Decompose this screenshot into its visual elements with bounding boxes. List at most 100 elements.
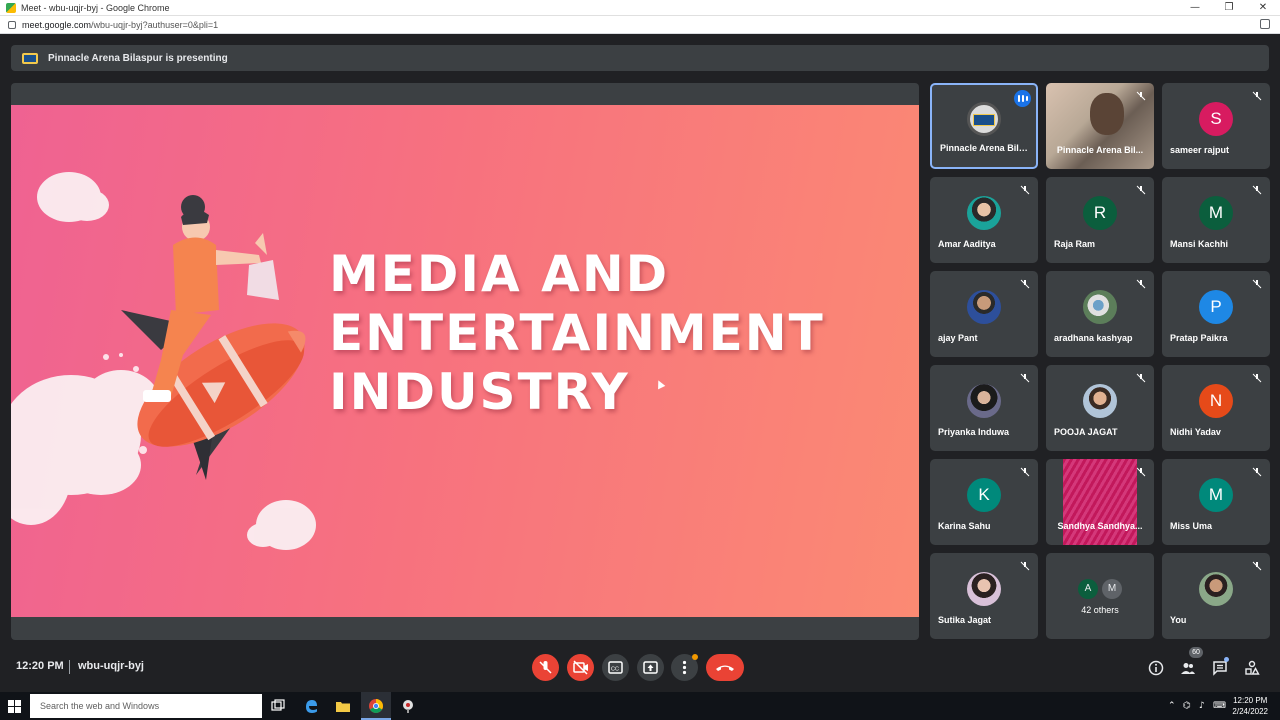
initial-avatar: K [967, 478, 1001, 513]
mic-off-icon [1252, 561, 1262, 571]
leave-call-button[interactable] [706, 654, 744, 681]
chat-notification-dot [1224, 657, 1229, 662]
info-icon[interactable] [1148, 660, 1164, 676]
mic-off-icon [1020, 561, 1030, 571]
participant-name: Sandhya Sandhya... [1057, 521, 1143, 531]
file-explorer-icon[interactable] [335, 698, 351, 714]
participant-tile[interactable]: S sameer rajput [1162, 83, 1270, 169]
captions-button[interactable]: CC [602, 654, 629, 681]
mic-off-icon [1252, 279, 1262, 289]
captions-icon: CC [608, 661, 623, 674]
app-icon[interactable] [400, 698, 416, 714]
tray-chevron-icon[interactable]: ⌃ [1168, 701, 1176, 711]
participant-tile[interactable]: R Raja Ram [1046, 177, 1154, 263]
mic-off-icon [1252, 185, 1262, 195]
participant-tile[interactable]: Sutika Jagat [930, 553, 1038, 639]
window-title: Meet - wbu-uqjr-byj - Google Chrome [21, 2, 170, 13]
participant-name: Pinnacle Arena Bil... [1056, 145, 1144, 155]
language-icon[interactable]: ⌨ [1213, 701, 1226, 711]
participant-tile[interactable]: POOJA JAGAT [1046, 365, 1154, 451]
url-text[interactable]: meet.google.com/wbu-uqjr-byj?authuser=0&… [22, 20, 218, 30]
network-icon[interactable]: ⌬ [1183, 701, 1191, 711]
self-tile[interactable]: You [1162, 553, 1270, 639]
people-count-badge: 60 [1189, 647, 1203, 658]
meeting-controls-bar: 12:20 PM wbu-uqjr-byj CC [0, 648, 1280, 692]
initial-avatar: N [1199, 384, 1233, 419]
slide-title: MEDIA AND ENTERTAINMENT INDUSTRY [329, 245, 889, 422]
participant-photo [967, 572, 1001, 607]
clock-date: 2/24/2022 [1232, 707, 1268, 716]
participant-name: Priyanka Induwa [938, 427, 1010, 437]
participant-tile[interactable]: Pinnacle Arena Bil... [1046, 83, 1154, 169]
mic-off-icon [1020, 373, 1030, 383]
camera-toggle-button[interactable] [567, 654, 594, 681]
browser-menu-icon[interactable] [1260, 19, 1270, 29]
participant-tile[interactable]: N Nidhi Yadav [1162, 365, 1270, 451]
address-bar[interactable]: meet.google.com/wbu-uqjr-byj?authuser=0&… [0, 16, 1280, 34]
present-button[interactable] [637, 654, 664, 681]
arena-logo-avatar [967, 102, 1001, 137]
presentation-stage[interactable]: MEDIA AND ENTERTAINMENT INDUSTRY [11, 83, 919, 640]
participant-photo [1083, 290, 1117, 325]
lock-icon[interactable] [8, 20, 16, 29]
participant-name: ajay Pant [938, 333, 978, 343]
activities-icon[interactable] [1244, 660, 1260, 676]
presentation-slide: MEDIA AND ENTERTAINMENT INDUSTRY [11, 105, 919, 617]
mic-off-icon [1252, 373, 1262, 383]
participant-tile[interactable]: Priyanka Induwa [930, 365, 1038, 451]
meeting-code: wbu-uqjr-byj [78, 660, 144, 672]
presenter-avatar-icon [22, 52, 38, 64]
present-icon [643, 661, 658, 674]
mic-toggle-button[interactable] [532, 654, 559, 681]
svg-text:CC: CC [611, 667, 619, 673]
participant-name: sameer rajput [1170, 145, 1230, 155]
taskbar-clock[interactable]: 12:20 PM 2/24/2022 [1232, 695, 1268, 717]
participant-photo [1083, 384, 1117, 419]
participant-photo [967, 196, 1001, 231]
participant-grid: Pinnacle Arena Bila... Pinnacle Arena Bi… [930, 83, 1270, 640]
participant-tile[interactable]: K Karina Sahu [930, 459, 1038, 545]
participant-tile[interactable]: P Pratap Paikra [1162, 271, 1270, 357]
mic-off-icon [1136, 279, 1146, 289]
participant-name: You [1170, 615, 1187, 625]
participant-tile[interactable]: ajay Pant [930, 271, 1038, 357]
participant-tile[interactable]: Amar Aaditya [930, 177, 1038, 263]
participant-tile[interactable]: Sandhya Sandhya... [1046, 459, 1154, 545]
others-count: 42 others [1081, 605, 1119, 615]
mic-off-icon [1136, 467, 1146, 477]
participant-tile[interactable]: M Mansi Kachhi [1162, 177, 1270, 263]
slide-title-line-1: MEDIA AND [329, 245, 670, 303]
participant-name: Sutika Jagat [938, 615, 992, 625]
browser-title-bar: Meet - wbu-uqjr-byj - Google Chrome — ❐ … [0, 0, 1280, 16]
others-tile[interactable]: A M 42 others [1046, 553, 1154, 639]
close-window-button[interactable]: ✕ [1246, 0, 1280, 16]
participant-name: Amar Aaditya [938, 239, 996, 249]
video-feed [1090, 93, 1124, 135]
camera-off-icon [573, 660, 588, 675]
windows-start-icon[interactable] [8, 700, 22, 714]
speaking-indicator-icon [1014, 90, 1031, 107]
others-avatars: A M [1076, 579, 1124, 599]
divider [69, 660, 70, 674]
mic-off-icon [1020, 279, 1030, 289]
presenting-banner: Pinnacle Arena Bilaspur is presenting [11, 45, 1269, 71]
slide-title-line-3: INDUSTRY [329, 363, 630, 421]
chat-icon[interactable] [1212, 660, 1228, 676]
participant-name: Mansi Kachhi [1170, 239, 1229, 249]
participant-name: Miss Uma [1170, 521, 1213, 531]
task-view-icon[interactable] [270, 698, 286, 714]
meeting-time: 12:20 PM [16, 660, 64, 672]
participant-tile[interactable]: Pinnacle Arena Bila... [930, 83, 1038, 169]
people-icon[interactable] [1180, 660, 1196, 676]
participant-tile[interactable]: aradhana kashyap [1046, 271, 1154, 357]
participant-tile[interactable]: M Miss Uma [1162, 459, 1270, 545]
taskbar-search-box[interactable]: Search the web and Windows [30, 694, 262, 718]
restore-button[interactable]: ❐ [1212, 0, 1246, 16]
chrome-icon[interactable] [368, 698, 384, 714]
participant-photo [1199, 572, 1233, 607]
volume-icon[interactable]: ♪ [1199, 701, 1205, 711]
edge-browser-icon[interactable] [303, 698, 319, 714]
participant-name: Pinnacle Arena Bila... [940, 143, 1030, 153]
more-options-button[interactable] [671, 654, 698, 681]
minimize-button[interactable]: — [1178, 0, 1212, 16]
